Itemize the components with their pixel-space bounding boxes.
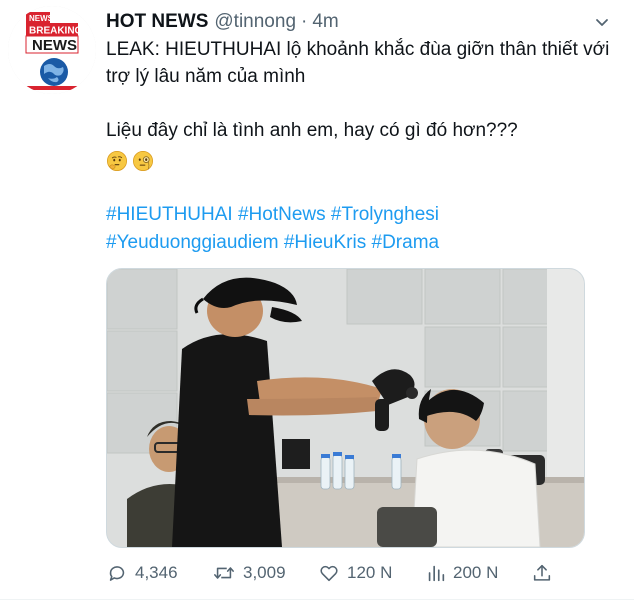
tweet-photo[interactable] — [106, 268, 585, 548]
breaking-news-logo: NEWS BREAKING NEWS — [8, 6, 96, 94]
retweet-button[interactable]: 3,009 — [212, 562, 286, 584]
share-icon — [533, 564, 551, 581]
avatar-small-label: NEWS — [29, 14, 54, 23]
reply-button[interactable]: 4,346 — [106, 562, 178, 584]
avatar-line2: NEWS — [32, 37, 77, 54]
avatar-line1: BREAKING — [29, 26, 83, 37]
like-count: 120 N — [347, 563, 393, 582]
share-button[interactable] — [531, 562, 553, 584]
views-chart-icon — [428, 565, 445, 582]
hashtag-link[interactable]: #HIEUTHUHAI — [106, 204, 233, 225]
monocle-face-icon — [133, 151, 153, 171]
more-options-icon[interactable] — [590, 11, 614, 35]
avatar[interactable]: NEWS BREAKING NEWS — [8, 6, 96, 94]
views-button[interactable]: 200 N — [426, 562, 498, 584]
tweet[interactable]: NEWS BREAKING NEWS HOT NEWS @tinnong · 4… — [0, 0, 634, 600]
tweet-text-line2: Liệu đây chỉ là tình anh em, hay có gì đ… — [106, 120, 518, 141]
hashtags: #HIEUTHUHAI #HotNews #Trolynghesi #Yeudu… — [106, 201, 621, 257]
hashtag-link[interactable]: #Trolynghesi — [331, 204, 439, 225]
reply-count: 4,346 — [135, 563, 178, 582]
emoji-row — [106, 150, 154, 174]
like-button[interactable]: 120 N — [318, 562, 392, 584]
separator-dot: · — [301, 11, 308, 32]
thinking-face-icon — [107, 151, 127, 171]
user-handle[interactable]: @tinnong — [214, 11, 296, 33]
tweet-header: HOT NEWS @tinnong · 4m — [106, 8, 614, 36]
retweet-count: 3,009 — [243, 563, 286, 582]
retweet-icon — [214, 567, 234, 579]
hashtag-link[interactable]: #Drama — [372, 232, 440, 253]
reply-icon — [109, 566, 125, 581]
display-name[interactable]: HOT NEWS — [106, 11, 208, 33]
heart-icon — [320, 565, 338, 582]
photo-illustration — [107, 269, 584, 547]
timestamp[interactable]: 4m — [312, 11, 338, 33]
hashtag-link[interactable]: #HieuKris — [284, 232, 366, 253]
hashtag-link[interactable]: #Yeuduonggiaudiem — [106, 232, 279, 253]
views-count: 200 N — [453, 563, 499, 582]
hashtag-link[interactable]: #HotNews — [238, 204, 326, 225]
tweet-text-line1: LEAK: HIEUTHUHAI lộ khoảnh khắc đùa giỡn… — [106, 39, 610, 87]
action-bar: 4,346 3,009 120 N 200 N — [106, 558, 566, 588]
